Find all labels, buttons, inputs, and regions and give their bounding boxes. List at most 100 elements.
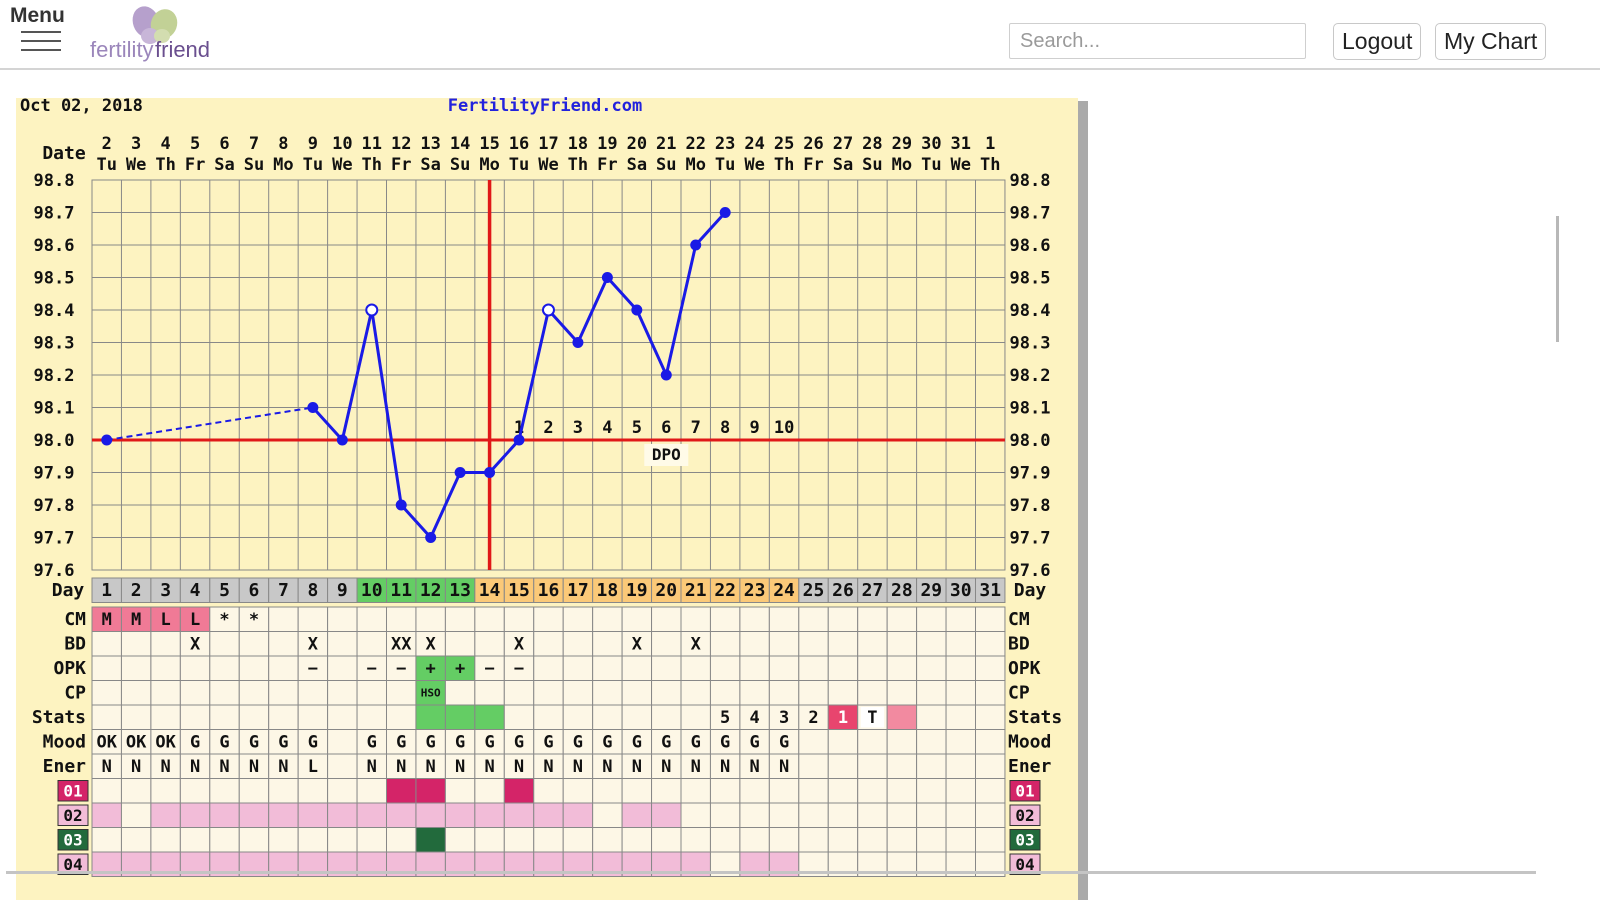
data-cell <box>150 631 181 657</box>
cycle-day-number: 31 <box>979 580 1001 601</box>
row-label-left: CM <box>64 609 86 630</box>
data-cell <box>592 704 623 730</box>
data-cell <box>238 655 270 681</box>
data-cell <box>916 778 947 804</box>
data-cell <box>975 655 1006 681</box>
data-cell <box>238 631 270 657</box>
day-row-label-right: Day <box>1014 580 1047 601</box>
cycle-day-number: 22 <box>714 580 736 601</box>
data-cell <box>651 827 682 853</box>
data-cell-value: OK <box>126 733 147 753</box>
row-label-right: CM <box>1008 609 1030 630</box>
temperature-point-open <box>541 303 555 317</box>
data-cell <box>798 631 829 657</box>
data-cell <box>621 680 653 706</box>
data-cell <box>857 778 888 804</box>
date-number: 12 <box>391 134 411 154</box>
data-cell <box>827 778 859 804</box>
data-cell <box>827 631 859 657</box>
data-cell <box>945 778 976 804</box>
data-cell <box>798 680 829 706</box>
y-tick-left: 98.4 <box>34 301 75 321</box>
cycle-day-number: 30 <box>950 580 972 601</box>
cycle-day-number: 6 <box>249 580 260 601</box>
y-tick-right: 97.6 <box>1010 561 1051 581</box>
data-cell <box>768 655 800 681</box>
data-cell <box>798 802 829 828</box>
data-cell-value: − <box>396 659 406 679</box>
y-tick-right: 98.4 <box>1010 301 1051 321</box>
y-tick-left: 98.5 <box>34 269 75 289</box>
data-cell <box>268 778 299 804</box>
date-weekday: Th <box>568 155 588 175</box>
horizontal-scrollbar[interactable] <box>6 871 1536 874</box>
cycle-day-number: 7 <box>278 580 289 601</box>
data-cell <box>739 655 770 681</box>
my-chart-button[interactable]: My Chart <box>1435 23 1547 60</box>
logout-button[interactable]: Logout <box>1333 23 1422 60</box>
data-cell <box>150 704 181 730</box>
y-tick-right: 98.0 <box>1010 431 1051 451</box>
data-cell <box>356 827 387 853</box>
data-cell-value: G <box>219 733 229 753</box>
dpo-number: 4 <box>602 418 612 438</box>
date-weekday: Su <box>656 155 676 175</box>
date-weekday: Th <box>774 155 794 175</box>
data-cell-value: G <box>602 733 612 753</box>
cycle-day-number: 5 <box>219 580 230 601</box>
hamburger-menu-icon[interactable] <box>21 29 61 54</box>
data-cell-value: G <box>455 733 465 753</box>
date-number: 10 <box>332 134 352 154</box>
data-cell-value: OK <box>155 733 176 753</box>
data-cell <box>651 802 682 828</box>
data-cell <box>120 655 152 681</box>
data-cell <box>916 753 947 779</box>
data-cell <box>945 680 976 706</box>
y-tick-right: 98.6 <box>1010 236 1051 256</box>
data-cell <box>533 680 564 706</box>
date-number: 5 <box>190 134 200 154</box>
symptom-label-right: 03 <box>1015 831 1034 850</box>
date-weekday: Tu <box>921 155 941 175</box>
data-cell <box>356 704 387 730</box>
data-cell <box>91 802 122 828</box>
data-cell-value: N <box>632 757 642 777</box>
chart-date: Oct 02, 2018 <box>20 96 143 116</box>
y-tick-right: 98.5 <box>1010 269 1051 289</box>
data-cell <box>562 778 594 804</box>
row-label-left: Mood <box>43 732 86 753</box>
vertical-scrollbar[interactable] <box>1556 216 1559 342</box>
data-cell <box>945 655 976 681</box>
data-cell <box>474 778 505 804</box>
data-cell <box>386 827 417 853</box>
search-input[interactable] <box>1009 23 1306 59</box>
data-cell <box>857 655 888 681</box>
data-cell-value: + <box>426 659 436 679</box>
row-label-left: Stats <box>32 707 86 728</box>
data-cell-value: N <box>396 757 406 777</box>
date-weekday: Su <box>244 155 264 175</box>
date-weekday: Mo <box>273 155 293 175</box>
date-weekday: Fr <box>185 155 205 175</box>
data-cell <box>415 704 446 730</box>
cycle-day-number: 13 <box>449 580 471 601</box>
fertility-friend-logo[interactable]: fertility friend <box>88 2 228 64</box>
data-cell <box>91 680 122 706</box>
data-cell-value: X <box>308 635 319 655</box>
data-cell-value: N <box>131 757 141 777</box>
data-cell <box>150 778 181 804</box>
data-cell <box>886 827 918 853</box>
menu-label[interactable]: Menu <box>10 4 65 28</box>
data-cell <box>768 606 800 632</box>
data-cell <box>120 631 152 657</box>
data-cell <box>179 802 211 828</box>
data-cell <box>857 631 888 657</box>
data-cell <box>327 606 358 632</box>
data-cell <box>238 778 270 804</box>
data-cell <box>621 802 653 828</box>
dpo-label: DPO <box>652 445 681 464</box>
data-cell <box>857 680 888 706</box>
data-cell <box>857 606 888 632</box>
data-cell <box>798 827 829 853</box>
data-cell <box>886 680 918 706</box>
